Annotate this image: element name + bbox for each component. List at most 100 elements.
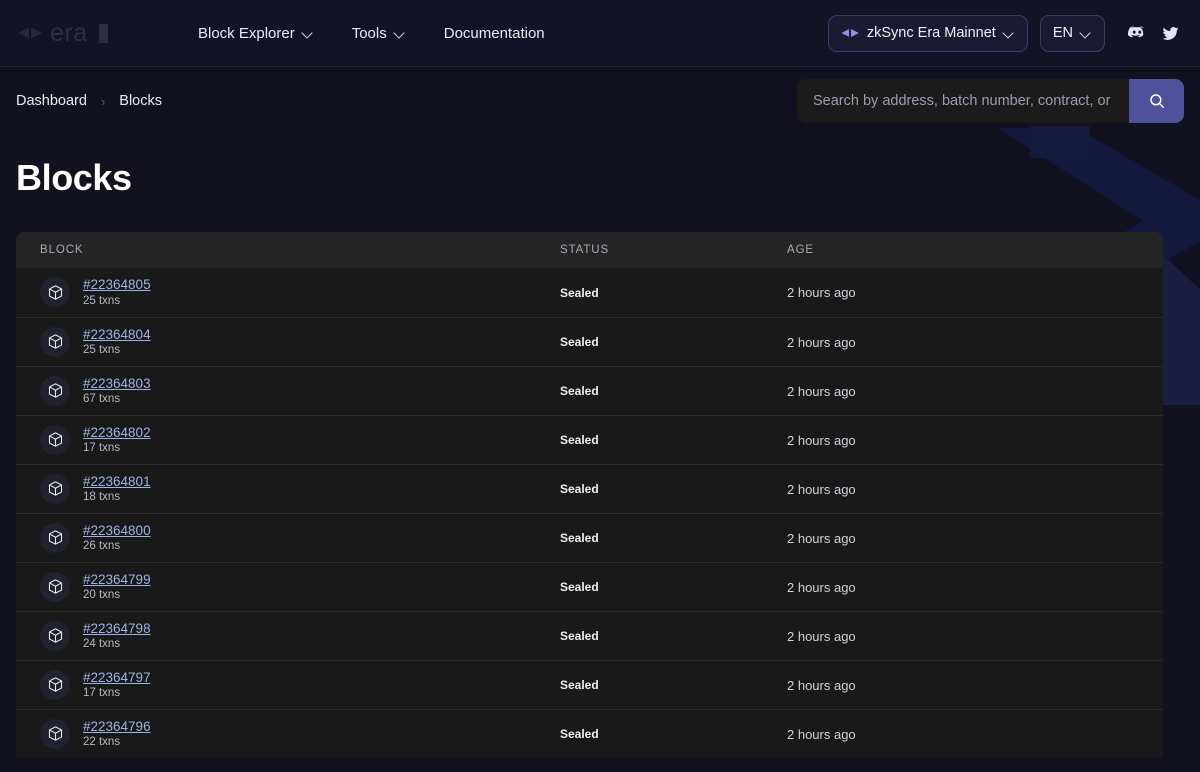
block-txn-count: 24 txns [83, 638, 121, 651]
block-number-link[interactable]: #22364801 [83, 474, 151, 490]
era-logo-mark-icon [18, 27, 42, 39]
status-badge: Sealed [560, 678, 599, 692]
nav-item-block-explorer[interactable]: Block Explorer [198, 25, 314, 42]
cell-block: #22364796 22 txns [40, 719, 560, 750]
block-number-link[interactable]: #22364803 [83, 376, 151, 392]
cube-icon [40, 424, 70, 455]
status-badge: Sealed [560, 482, 599, 496]
language-selector-label: EN [1052, 25, 1073, 41]
chevron-down-icon [1081, 28, 1092, 39]
block-txn-count: 17 txns [83, 442, 121, 455]
block-txn-count: 67 txns [83, 393, 121, 406]
status-badge: Sealed [560, 433, 599, 447]
cell-block: #22364798 24 txns [40, 621, 560, 652]
cell-block: #22364802 17 txns [40, 425, 560, 456]
cell-block: #22364805 25 txns [40, 277, 560, 308]
header-right-controls: zkSync Era Mainnet EN [828, 14, 1184, 52]
page-title: Blocks [16, 157, 132, 198]
cell-age: 2 hours ago [787, 726, 856, 742]
twitter-icon [1162, 26, 1179, 40]
block-number-link[interactable]: #22364802 [83, 425, 151, 441]
block-number-link[interactable]: #22364805 [83, 277, 151, 293]
table-row[interactable]: #22364804 25 txns Sealed 2 hours ago [16, 317, 1163, 366]
cell-age: 2 hours ago [787, 530, 856, 546]
status-badge: Sealed [560, 285, 599, 300]
status-badge: Sealed [560, 335, 599, 349]
search-button[interactable] [1129, 79, 1184, 123]
status-badge: Sealed [560, 727, 599, 741]
cell-age: 2 hours ago [787, 334, 856, 350]
table-row[interactable]: #22364799 20 txns Sealed 2 hours ago [16, 562, 1163, 611]
discord-link[interactable] [1127, 23, 1147, 43]
cube-icon [40, 277, 70, 308]
cell-block: #22364800 26 txns [40, 523, 560, 554]
status-badge: Sealed [560, 629, 599, 643]
cell-age: 2 hours ago [787, 285, 856, 300]
block-txn-count: 18 txns [83, 491, 121, 504]
cube-icon [40, 522, 70, 553]
table-row[interactable]: #22364805 25 txns Sealed 2 hours ago [16, 268, 1163, 317]
language-selector[interactable]: EN [1039, 14, 1105, 52]
cube-icon [40, 718, 70, 749]
cell-age: 2 hours ago [787, 628, 856, 644]
table-row[interactable]: #22364798 24 txns Sealed 2 hours ago [16, 611, 1163, 660]
cell-age: 2 hours ago [787, 481, 856, 497]
table-row[interactable]: #22364796 22 txns Sealed 2 hours ago [16, 709, 1163, 758]
era-logo-square-icon [98, 23, 108, 43]
search-input[interactable] [797, 79, 1129, 123]
status-badge: Sealed [560, 384, 599, 398]
table-body: #22364805 25 txns Sealed 2 hours ago #22… [16, 268, 1163, 758]
status-badge: Sealed [560, 531, 599, 545]
cube-icon [40, 669, 70, 700]
cube-icon [40, 620, 70, 651]
block-number-link[interactable]: #22364797 [83, 670, 151, 686]
block-number-link[interactable]: #22364799 [83, 572, 151, 588]
breadcrumb-item-blocks: Blocks [119, 93, 162, 109]
block-txn-count: 17 txns [83, 687, 121, 700]
era-logo[interactable]: era [18, 18, 160, 48]
table-row[interactable]: #22364802 17 txns Sealed 2 hours ago [16, 415, 1163, 464]
network-selector[interactable]: zkSync Era Mainnet [828, 14, 1028, 52]
block-number-link[interactable]: #22364798 [83, 621, 151, 637]
block-number-link[interactable]: #22364796 [83, 719, 151, 735]
twitter-link[interactable] [1161, 24, 1180, 43]
block-number-link[interactable]: #22364804 [83, 327, 151, 343]
status-badge: Sealed [560, 580, 599, 594]
network-selector-label: zkSync Era Mainnet [866, 25, 996, 41]
cube-icon [40, 571, 70, 602]
zksync-logo-icon [841, 29, 859, 37]
block-txn-count: 25 txns [83, 294, 121, 307]
column-header-status: STATUS [560, 244, 610, 256]
nav-item-label: Tools [351, 24, 387, 42]
cell-age: 2 hours ago [787, 383, 856, 399]
discord-icon [1127, 26, 1144, 38]
main-nav: Block Explorer Tools Documentation [198, 25, 545, 42]
cell-block: #22364797 17 txns [40, 670, 560, 701]
subheader-bar: Dashboard Blocks [0, 67, 1200, 135]
column-header-age: AGE [787, 244, 814, 256]
chevron-down-icon [395, 28, 406, 39]
cube-icon [40, 473, 70, 504]
nav-item-documentation[interactable]: Documentation [444, 25, 545, 42]
block-number-link[interactable]: #22364800 [83, 523, 151, 539]
breadcrumb: Dashboard Blocks [16, 93, 162, 109]
search-bar [797, 79, 1184, 123]
cell-block: #22364804 25 txns [40, 327, 560, 358]
column-header-block: BLOCK [40, 244, 84, 256]
block-txn-count: 26 txns [83, 540, 121, 553]
table-row[interactable]: #22364800 26 txns Sealed 2 hours ago [16, 513, 1163, 562]
table-row[interactable]: #22364801 18 txns Sealed 2 hours ago [16, 464, 1163, 513]
nav-item-label: Block Explorer [198, 24, 295, 42]
table-row[interactable]: #22364797 17 txns Sealed 2 hours ago [16, 660, 1163, 709]
search-icon [1149, 94, 1164, 109]
cell-block: #22364803 67 txns [40, 376, 560, 407]
cube-icon [40, 375, 70, 406]
nav-item-label: Documentation [443, 24, 545, 42]
block-txn-count: 22 txns [83, 736, 121, 749]
breadcrumb-item-dashboard[interactable]: Dashboard [16, 93, 87, 109]
cell-age: 2 hours ago [787, 432, 856, 448]
nav-item-tools[interactable]: Tools [352, 25, 406, 42]
site-header: era Block Explorer Tools Documentation z… [0, 0, 1200, 67]
blocks-table: BLOCK STATUS AGE #22364805 25 txns Seale… [16, 232, 1163, 758]
table-row[interactable]: #22364803 67 txns Sealed 2 hours ago [16, 366, 1163, 415]
